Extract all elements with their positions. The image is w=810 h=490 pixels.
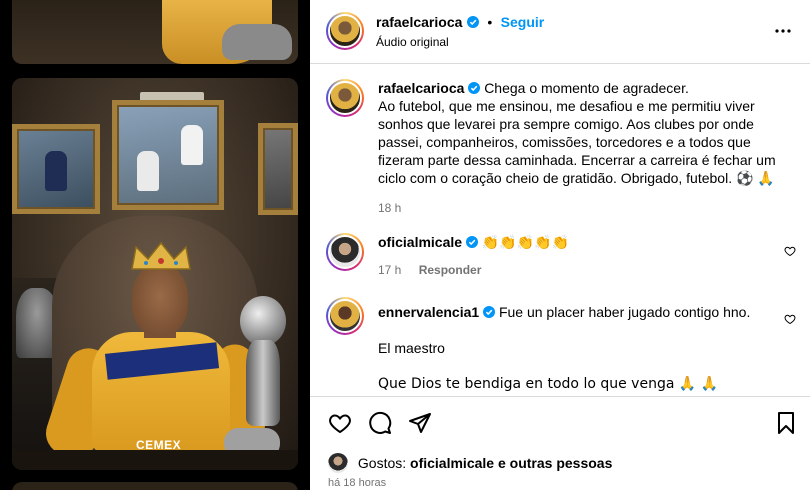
comment-username[interactable]: ennervalencia1 <box>378 304 479 320</box>
post-header: rafaelcarioca • Seguir Áudio original <box>310 0 810 64</box>
comments-list: rafaelcarioca Chega o momento de agradec… <box>310 65 810 395</box>
caption-first-line: Chega o momento de agradecer. <box>484 80 689 96</box>
picture-frame <box>112 100 224 210</box>
verified-badge-icon <box>483 306 496 318</box>
comment-item: oficialmicale 👏👏👏👏👏 17 h Responder <box>326 233 796 283</box>
author-avatar[interactable] <box>326 12 364 50</box>
comment-text-line: El maestro <box>378 340 445 356</box>
post-details-panel: rafaelcarioca • Seguir Áudio original ra… <box>310 0 810 490</box>
likes-summary[interactable]: Gostos: oficialmicale e outras pessoas <box>328 453 612 473</box>
comment-text-line: Fue un placer haber jugado contigo hno. <box>498 304 751 320</box>
caption-time[interactable]: 18 h <box>378 201 401 215</box>
comment-item: ennervalencia1 Fue un placer haber jugad… <box>326 297 796 393</box>
bookmark-icon[interactable] <box>774 411 798 435</box>
player-head <box>132 264 188 336</box>
comment-like-heart-icon[interactable] <box>784 313 796 325</box>
comment-username[interactable]: oficialmicale <box>378 234 462 250</box>
reply-button[interactable]: Responder <box>419 263 482 277</box>
comment-text: 👏👏👏👏👏 <box>481 235 569 251</box>
comment-avatar[interactable] <box>326 297 364 335</box>
caption-username[interactable]: rafaelcarioca <box>378 80 464 96</box>
likes-prefix: Gostos: <box>357 455 407 471</box>
caption-avatar[interactable] <box>326 79 364 117</box>
likes-suffix[interactable]: e outras pessoas <box>498 455 612 471</box>
picture-frame <box>258 123 298 215</box>
post-actions: Gostos: oficialmicale e outras pessoas h… <box>310 396 810 490</box>
verified-badge-icon <box>468 82 481 94</box>
heart-icon[interactable] <box>328 411 352 435</box>
verified-badge-icon <box>465 236 478 248</box>
follow-button[interactable]: Seguir <box>501 14 545 30</box>
ball-trophy <box>240 296 286 346</box>
separator-dot: • <box>487 14 493 30</box>
post-media[interactable]: CEMEX <box>0 0 310 490</box>
caption-text: Ao futebol, que me ensinou, me desafiou … <box>378 98 776 186</box>
comment-icon[interactable] <box>368 411 392 435</box>
media-top-frame <box>12 0 298 64</box>
verified-badge-icon <box>466 16 479 28</box>
media-bottom-frame <box>12 482 298 490</box>
comment-text-line: Que Dios te bendiga en todo lo que venga… <box>378 376 719 392</box>
likes-user[interactable]: oficialmicale <box>410 455 494 471</box>
post-timestamp[interactable]: há 18 horas <box>328 477 386 489</box>
crown-icon <box>131 241 191 270</box>
comment-time[interactable]: 17 h <box>378 263 401 277</box>
picture-frame <box>12 124 100 214</box>
post-viewer: CEMEX rafaelcarioca • Seguir Áudio origi… <box>0 0 810 490</box>
author-username[interactable]: rafaelcarioca <box>376 14 462 30</box>
liker-avatar <box>328 453 348 473</box>
audio-label[interactable]: Áudio original <box>376 35 449 49</box>
comment-avatar[interactable] <box>326 233 364 271</box>
more-options-icon[interactable] <box>774 22 792 40</box>
post-caption: rafaelcarioca Chega o momento de agradec… <box>326 79 796 219</box>
send-icon[interactable] <box>408 411 432 435</box>
media-main-image: CEMEX <box>12 78 298 470</box>
comment-like-heart-icon[interactable] <box>784 245 796 257</box>
